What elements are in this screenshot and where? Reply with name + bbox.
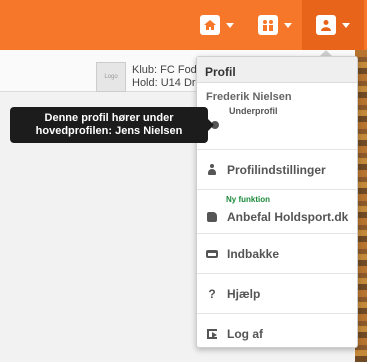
home-icon [200, 15, 220, 35]
tooltip-arrow [208, 119, 214, 131]
new-feature-badge: Ny funktion [226, 195, 270, 204]
profile-name: Frederik Nielsen [206, 91, 292, 103]
club-logo: Logo [96, 62, 126, 92]
menu-item-label: Indbakke [227, 246, 280, 261]
current-profile[interactable]: Frederik Nielsen Underprofil [197, 84, 357, 150]
club-selector[interactable]: Logo Klub: FC Fodt Hold: U14 Dr [96, 62, 200, 92]
chevron-down-icon [226, 22, 234, 28]
menu-item-label: Hjælp [227, 286, 261, 301]
home-menu-button[interactable] [192, 0, 242, 50]
subprofile-tooltip: Denne profil hører under hovedprofilen: … [10, 107, 208, 143]
subprofile-label: Underprofil [229, 106, 278, 116]
chevron-down-icon [284, 22, 292, 28]
thumbs-up-icon [205, 211, 219, 222]
club-name: Klub: FC Fodt [132, 64, 200, 76]
profile-dropdown: Profil Frederik Nielsen Underprofil Prof… [196, 56, 358, 348]
team-icon [258, 15, 278, 35]
profile-icon [316, 15, 336, 35]
profile-menu-button[interactable] [302, 0, 364, 50]
team-menu-button[interactable] [250, 0, 300, 50]
team-name: Hold: U14 Dr [132, 77, 196, 89]
tooltip-line-2: hovedprofilen: Jens Nielsen [35, 125, 183, 137]
menu-item-help[interactable]: ? Hjælp [197, 274, 357, 314]
menu-item-label: Log af [227, 327, 263, 341]
help-icon: ? [208, 286, 216, 301]
menu-item-profile-settings[interactable]: Profilindstillinger [197, 150, 357, 190]
dropdown-header: Profil [197, 57, 357, 83]
menu-item-logout[interactable]: Log af [197, 314, 357, 354]
tooltip-line-1: Denne profil hører under [44, 112, 174, 124]
menu-item-inbox[interactable]: Indbakke [197, 234, 357, 274]
sign-out-icon [205, 329, 219, 339]
menu-item-recommend[interactable]: Ny funktion Anbefal Holdsport.dk [197, 190, 357, 234]
menu-item-label: Anbefal Holdsport.dk [227, 209, 349, 224]
chevron-down-icon [342, 22, 350, 28]
inbox-icon [205, 249, 219, 258]
menu-item-label: Profilindstillinger [227, 162, 326, 177]
user-icon [205, 163, 219, 176]
